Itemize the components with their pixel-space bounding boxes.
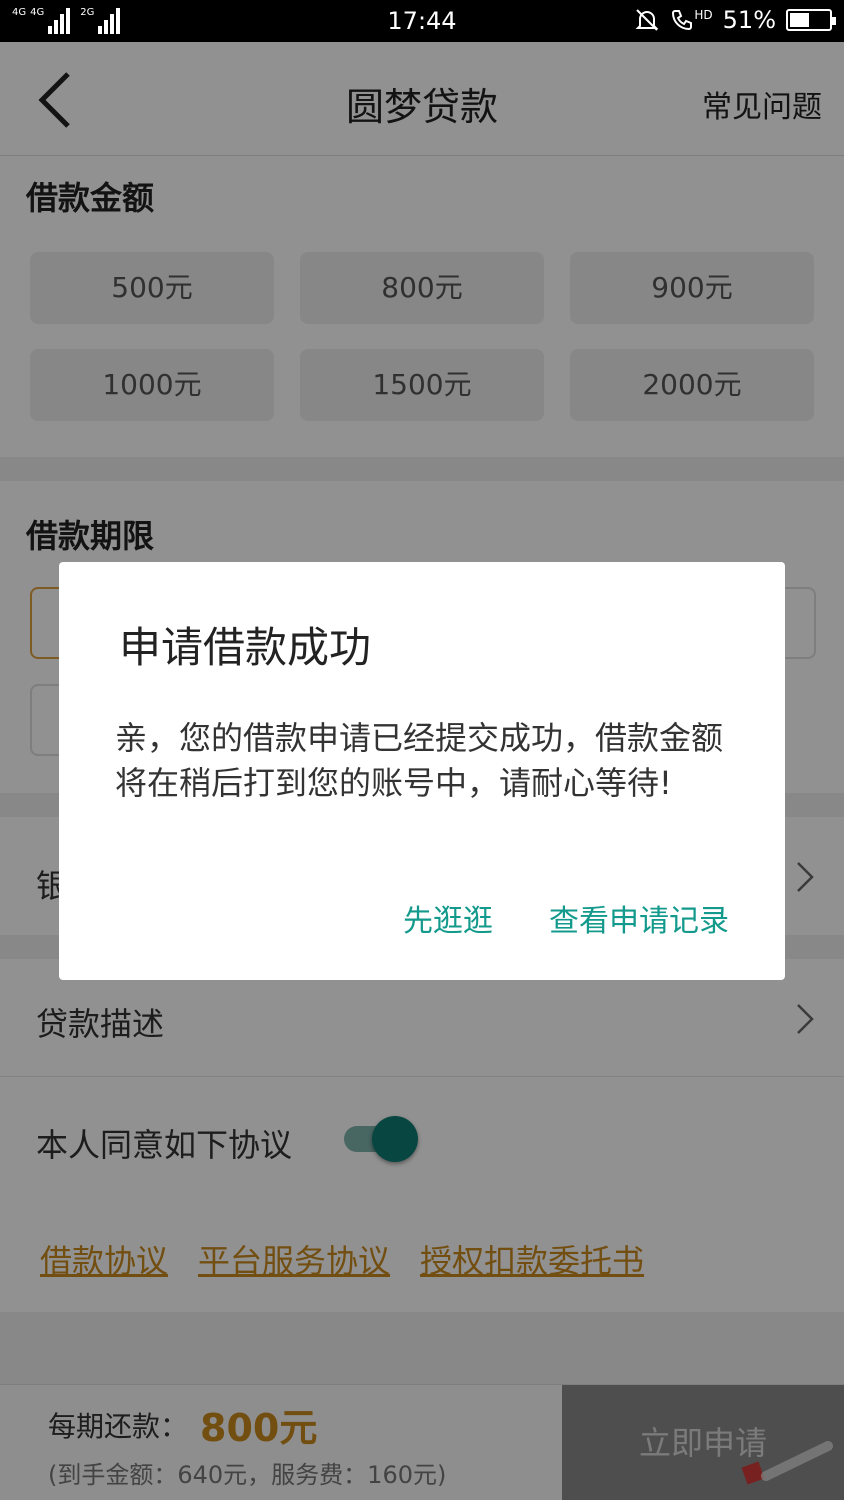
- status-right: HD 51%: [634, 6, 836, 34]
- success-dialog: 申请借款成功 亲，您的借款申请已经提交成功，借款金额将在稍后打到您的账号中，请耐…: [59, 562, 785, 980]
- bell-muted-icon: [635, 9, 659, 31]
- battery-percent: 51%: [722, 6, 776, 34]
- battery-icon: [786, 9, 836, 31]
- dialog-message: 亲，您的借款申请已经提交成功，借款金额将在稍后打到您的账号中，请耐心等待!: [115, 719, 724, 802]
- dialog-title: 申请借款成功: [119, 623, 372, 672]
- battery-fill: [790, 13, 810, 27]
- dialog-actions: 先逛逛 查看申请记录: [403, 896, 729, 940]
- view-records-button[interactable]: 查看申请记录: [549, 896, 729, 940]
- hd-call-indicator: HD: [670, 8, 713, 32]
- status-bar: 4G 4G 2G 17:44 HD 51%: [0, 0, 844, 42]
- browse-button[interactable]: 先逛逛: [403, 896, 493, 940]
- hd-label: HD: [694, 8, 713, 22]
- phone-icon: [672, 10, 693, 31]
- battery-nub: [832, 17, 836, 25]
